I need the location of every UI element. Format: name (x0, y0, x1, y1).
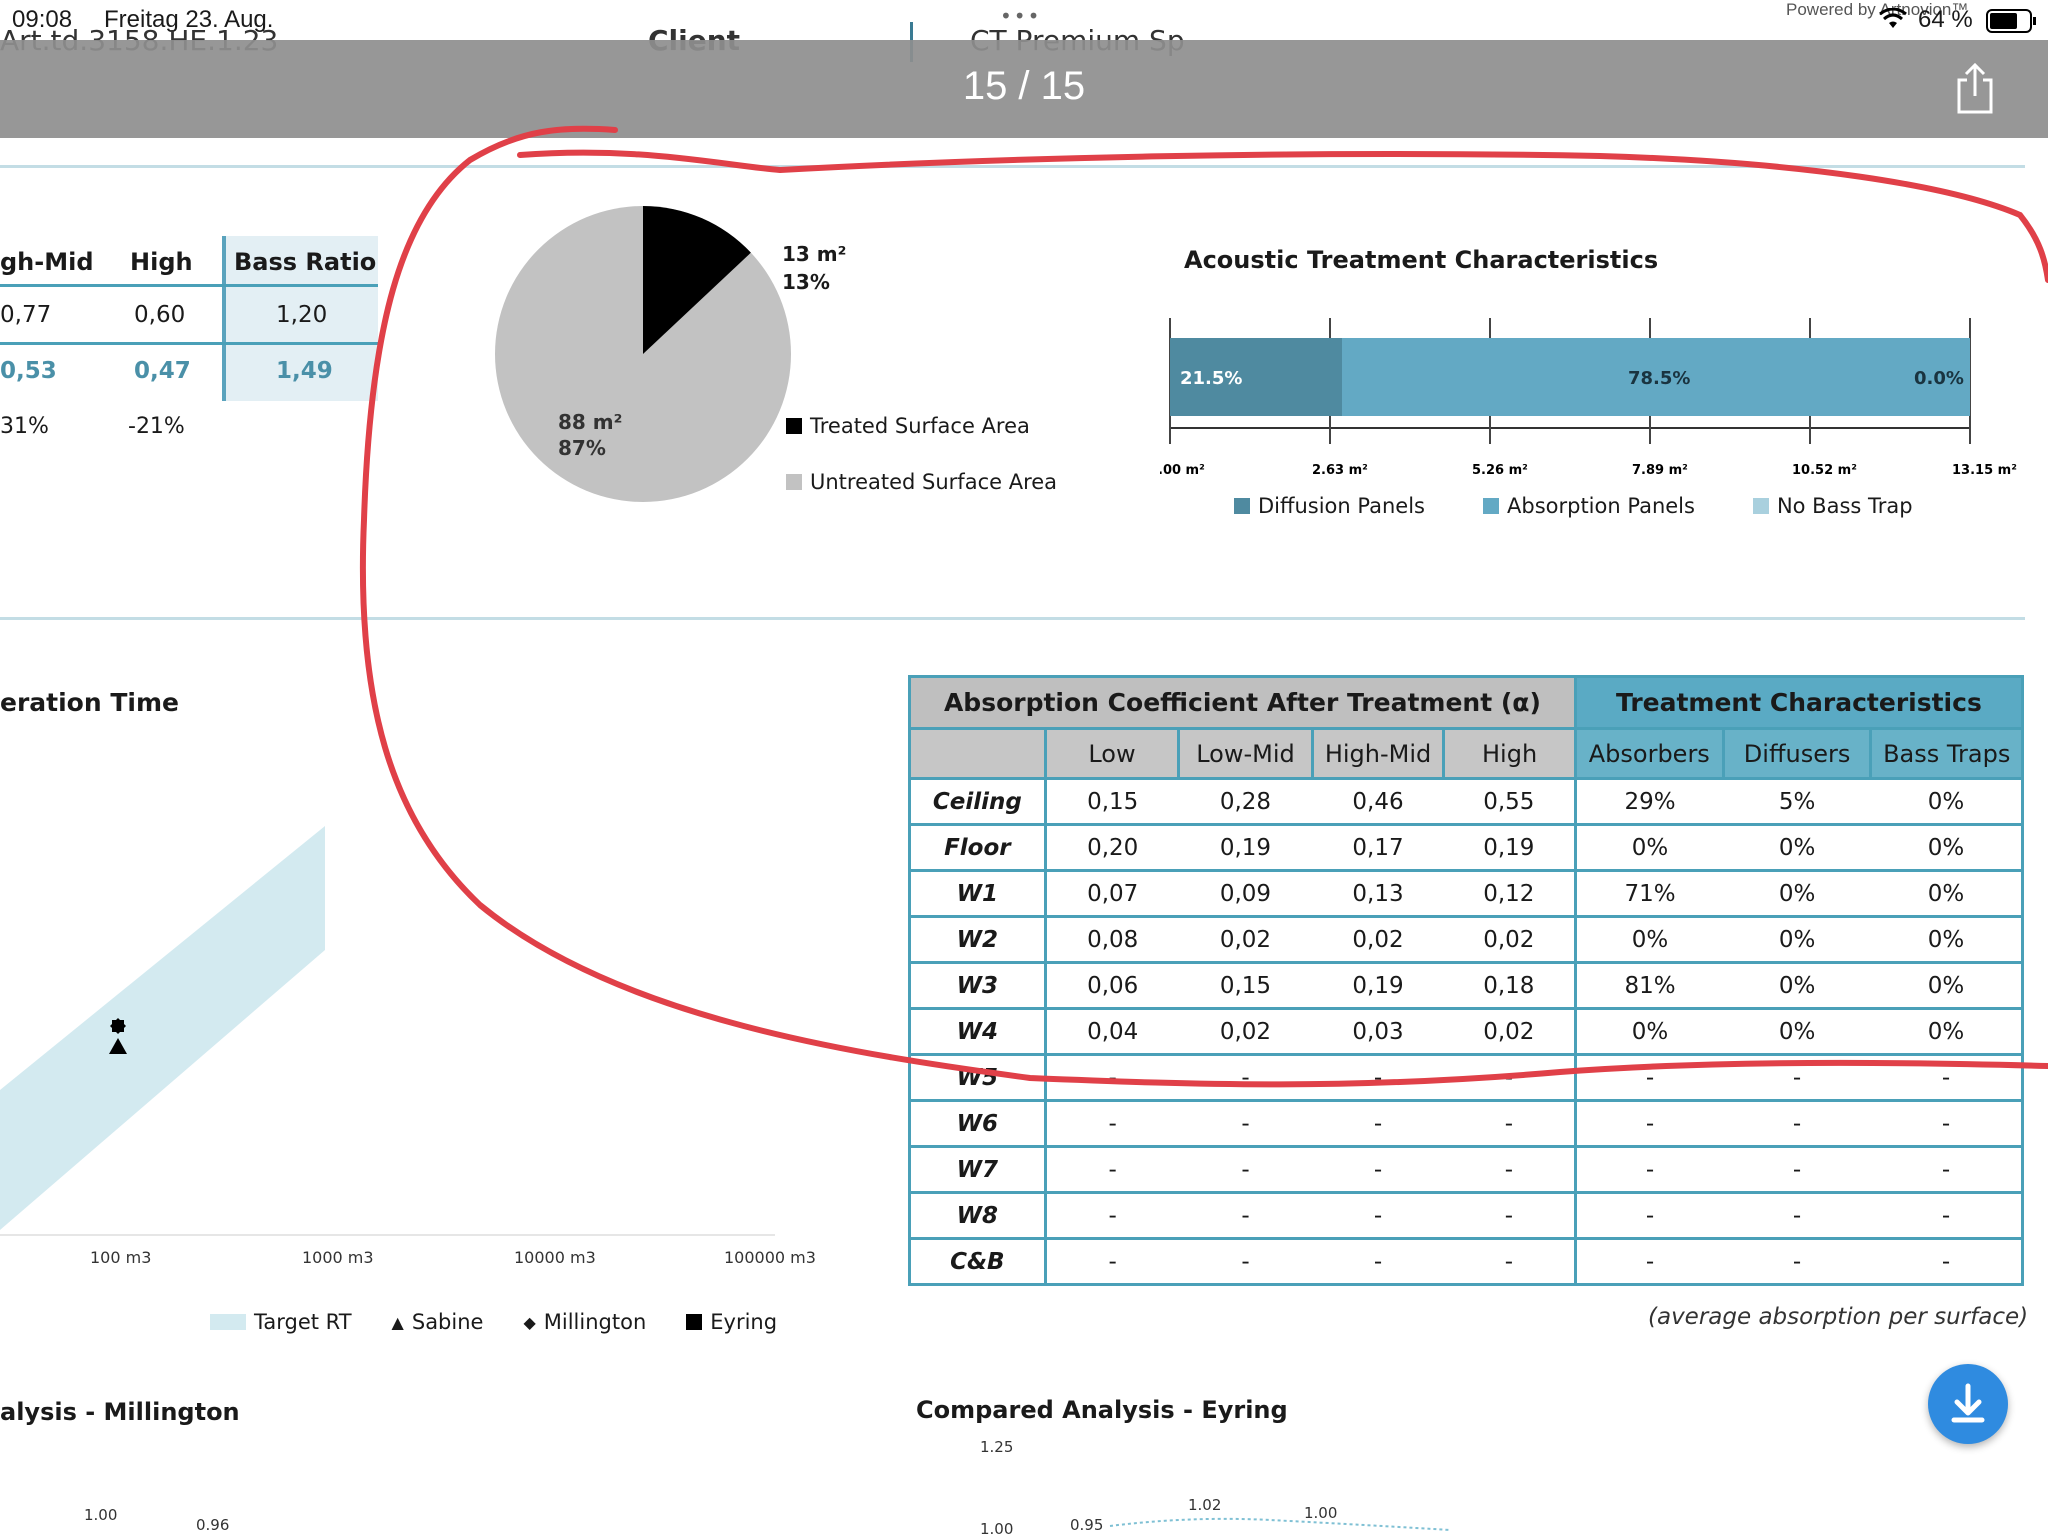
red-annotation-loop (359, 125, 2048, 1088)
annotation-stroke (359, 125, 2048, 1088)
